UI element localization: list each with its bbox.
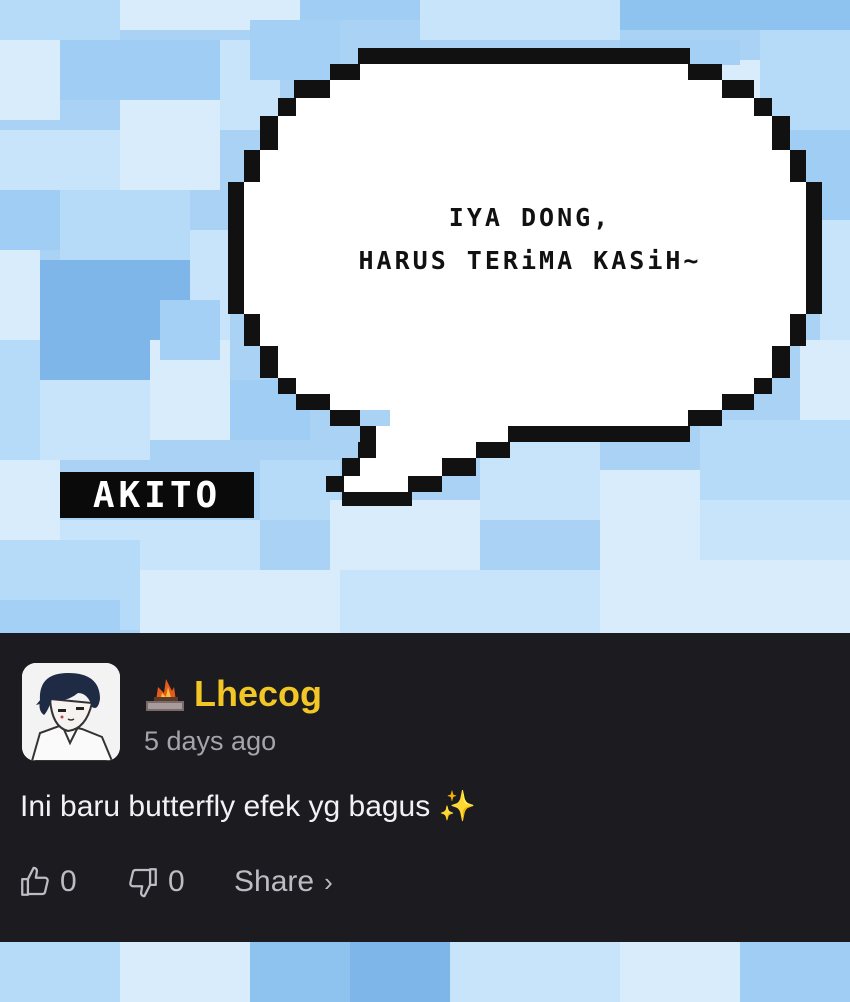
- like-button[interactable]: 0: [18, 865, 77, 899]
- campfire-badge-icon: [146, 679, 184, 711]
- avatar[interactable]: [22, 663, 120, 761]
- sky-pixel-block: [620, 942, 740, 1002]
- sky-pixel-block: [740, 942, 850, 1002]
- sky-pixel-block: [120, 942, 250, 1002]
- sky-pixel-block: [140, 570, 340, 633]
- share-button[interactable]: Share ›: [234, 865, 333, 899]
- sky-pixel-block: [340, 570, 600, 633]
- thumbs-down-icon: [129, 868, 157, 898]
- thumbs-up-icon: [21, 866, 49, 896]
- comment-timestamp: 5 days ago: [144, 726, 277, 756]
- chevron-right-icon: ›: [324, 866, 333, 897]
- bubble-text-line-1: IYA DONG,: [448, 203, 612, 232]
- sky-pixel-block: [350, 942, 450, 1002]
- like-count: 0: [60, 865, 77, 898]
- sky-pixel-block: [0, 600, 120, 633]
- share-label: Share: [234, 865, 315, 898]
- dislike-button[interactable]: 0: [126, 865, 185, 899]
- logo-text: AKITO: [92, 474, 222, 516]
- bubble-text-line-2: HARUS TERiMA KASiH~: [358, 246, 702, 275]
- dislike-count: 0: [168, 865, 185, 898]
- comment-text: Ini baru butterfly efek yg bagus ✨: [20, 790, 476, 823]
- comment-username[interactable]: Lhecog: [194, 673, 322, 715]
- sky-pixel-block: [450, 942, 620, 1002]
- comment-card: Lhecog 5 days ago Ini baru butterfly efe…: [0, 633, 850, 942]
- comment-actions: 0 0 Share ›: [18, 865, 418, 905]
- akito-logo: AKITO: [60, 472, 254, 518]
- avatar-illustration-icon: [22, 663, 120, 761]
- sky-pixel-block: [600, 560, 850, 633]
- sky-pixel-block: [0, 942, 120, 1002]
- sky-pixel-block: [250, 942, 350, 1002]
